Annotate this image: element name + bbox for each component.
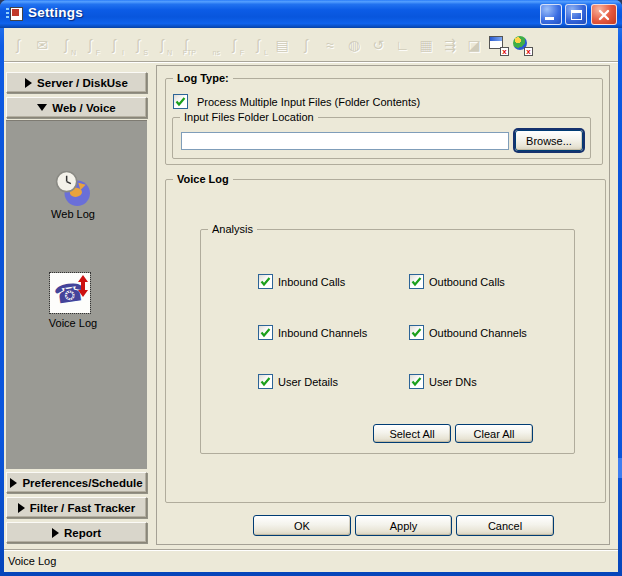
titlebar[interactable]: Settings	[0, 0, 622, 28]
inbound-channels-checkbox[interactable]	[258, 325, 273, 340]
sidebar-item-label: Report	[64, 527, 101, 539]
sidebar-item-server-diskuse[interactable]: Server / DiskUse	[6, 72, 147, 93]
toolbar-icon-disabled: ≈	[320, 35, 340, 55]
chevron-right-icon	[25, 78, 32, 88]
voice-log-icon[interactable]: ☎	[50, 273, 90, 313]
toolbar-icon-disabled: ʃI	[104, 35, 124, 55]
toolbar-icon-disabled: ʃF	[80, 35, 100, 55]
chevron-right-icon	[18, 503, 25, 513]
sidebar-item-filter-fast-tracker[interactable]: Filter / Fast Tracker	[6, 497, 147, 518]
voice-log-group-label: Voice Log	[173, 173, 233, 185]
toolbar: ʃ✉ʃNʃFʃIʃSʃNʃFTPnsʃFʃL▤ʃ≈◍↺∟▦⇶◪xx	[4, 28, 618, 62]
toolbar-icon-disabled: ↺	[368, 35, 388, 55]
web-log-icon[interactable]	[55, 171, 91, 207]
toolbar-icon-disabled: ʃL	[248, 35, 268, 55]
user-dns-checkbox[interactable]	[409, 374, 424, 389]
close-window-log-icon[interactable]: x	[488, 35, 508, 55]
log-type-group: Log Type: Process Multiple Input Files (…	[165, 78, 603, 165]
inbound-calls-label: Inbound Calls	[278, 276, 345, 288]
close-web-log-icon[interactable]: x	[512, 35, 532, 55]
toolbar-icon-disabled: ∟	[392, 35, 412, 55]
select-all-button[interactable]: Select All	[373, 424, 451, 443]
toolbar-icon-disabled: ⇶	[440, 35, 460, 55]
process-multiple-input-files-label: Process Multiple Input Files (Folder Con…	[197, 96, 420, 108]
analysis-group-label: Analysis	[208, 223, 257, 235]
analysis-group: Analysis Inbound CallsOutbound CallsInbo…	[200, 229, 575, 454]
inbound-calls-checkbox[interactable]	[258, 274, 273, 289]
inbound-channels-label: Inbound Channels	[278, 327, 367, 339]
maximize-button[interactable]	[565, 4, 587, 25]
minimize-button[interactable]	[540, 4, 562, 25]
sidebar-item-preferences-schedule[interactable]: Preferences/Schedule	[6, 472, 147, 493]
sidebar-item-web-voice[interactable]: Web / Voice	[6, 97, 147, 118]
window-icon	[6, 6, 23, 22]
sidebar-item-label: Filter / Fast Tracker	[30, 502, 135, 514]
toolbar-icon-disabled: ʃN	[56, 35, 76, 55]
sidebar-item-label: Preferences/Schedule	[22, 477, 142, 489]
toolbar-icon-disabled: ns	[200, 35, 220, 55]
process-multiple-input-files-checkbox[interactable]	[173, 94, 188, 109]
toolbar-icon-disabled: ◍	[344, 35, 364, 55]
chevron-right-icon	[10, 478, 17, 488]
maximize-icon	[571, 10, 582, 20]
sidebar-panel: Web Log ☎ Voice Log	[6, 120, 147, 469]
log-type-group-label: Log Type:	[173, 72, 233, 84]
apply-button[interactable]: Apply	[355, 515, 452, 536]
window-border-nub	[618, 458, 622, 478]
close-button[interactable]	[591, 4, 617, 25]
outbound-channels-label: Outbound Channels	[429, 327, 527, 339]
input-files-folder-location-label: Input Files Folder Location	[180, 111, 318, 123]
outbound-channels-checkbox[interactable]	[409, 325, 424, 340]
ok-button[interactable]: OK	[253, 515, 351, 536]
sidebar-item-report[interactable]: Report	[6, 522, 147, 543]
toolbar-icon-disabled: ʃN	[152, 35, 172, 55]
toolbar-icon-disabled: ʃ	[296, 35, 316, 55]
outbound-calls-checkbox[interactable]	[409, 274, 424, 289]
voice-log-group: Voice Log Analysis Inbound CallsOutbound…	[165, 179, 606, 503]
main-panel: Log Type: Process Multiple Input Files (…	[156, 65, 610, 545]
chevron-down-icon	[37, 104, 47, 111]
chevron-right-icon	[52, 528, 59, 538]
clear-all-button[interactable]: Clear All	[455, 424, 533, 443]
settings-window: Settings ʃ✉ʃNʃFʃIʃSʃNʃFTPnsʃFʃL▤ʃ≈◍↺∟▦⇶◪…	[0, 0, 622, 576]
toolbar-separator	[4, 61, 618, 63]
close-icon	[598, 9, 610, 21]
toolbar-icon-disabled: ▤	[272, 35, 292, 55]
input-files-folder-location-group: Input Files Folder Location Browse...	[172, 117, 591, 159]
outbound-calls-label: Outbound Calls	[429, 276, 505, 288]
sidebar-item-label: Server / DiskUse	[37, 77, 128, 89]
statusbar-text: Voice Log	[8, 555, 56, 567]
toolbar-icon-disabled: ʃS	[128, 35, 148, 55]
user-dns-label: User DNs	[429, 376, 477, 388]
cancel-button[interactable]: Cancel	[456, 515, 554, 536]
toolbar-icon-disabled: ʃF	[224, 35, 244, 55]
statusbar: Voice Log	[4, 549, 618, 572]
folder-location-input[interactable]	[181, 132, 509, 150]
minimize-icon	[545, 17, 554, 20]
voice-log-label[interactable]: Voice Log	[6, 317, 140, 329]
up-down-arrow-icon	[78, 275, 88, 297]
window-title: Settings	[28, 5, 83, 20]
toolbar-icon-disabled: ✉	[32, 35, 52, 55]
user-details-checkbox[interactable]	[258, 374, 273, 389]
user-details-label: User Details	[278, 376, 338, 388]
toolbar-icon-disabled: ʃFTP	[176, 35, 196, 55]
web-log-label[interactable]: Web Log	[6, 208, 140, 220]
browse-button[interactable]: Browse...	[515, 130, 583, 151]
toolbar-icon-disabled: ʃ	[8, 35, 28, 55]
sidebar-item-label: Web / Voice	[52, 102, 115, 114]
toolbar-icon-disabled: ▦	[416, 35, 436, 55]
toolbar-icon-disabled: ◪	[464, 35, 484, 55]
